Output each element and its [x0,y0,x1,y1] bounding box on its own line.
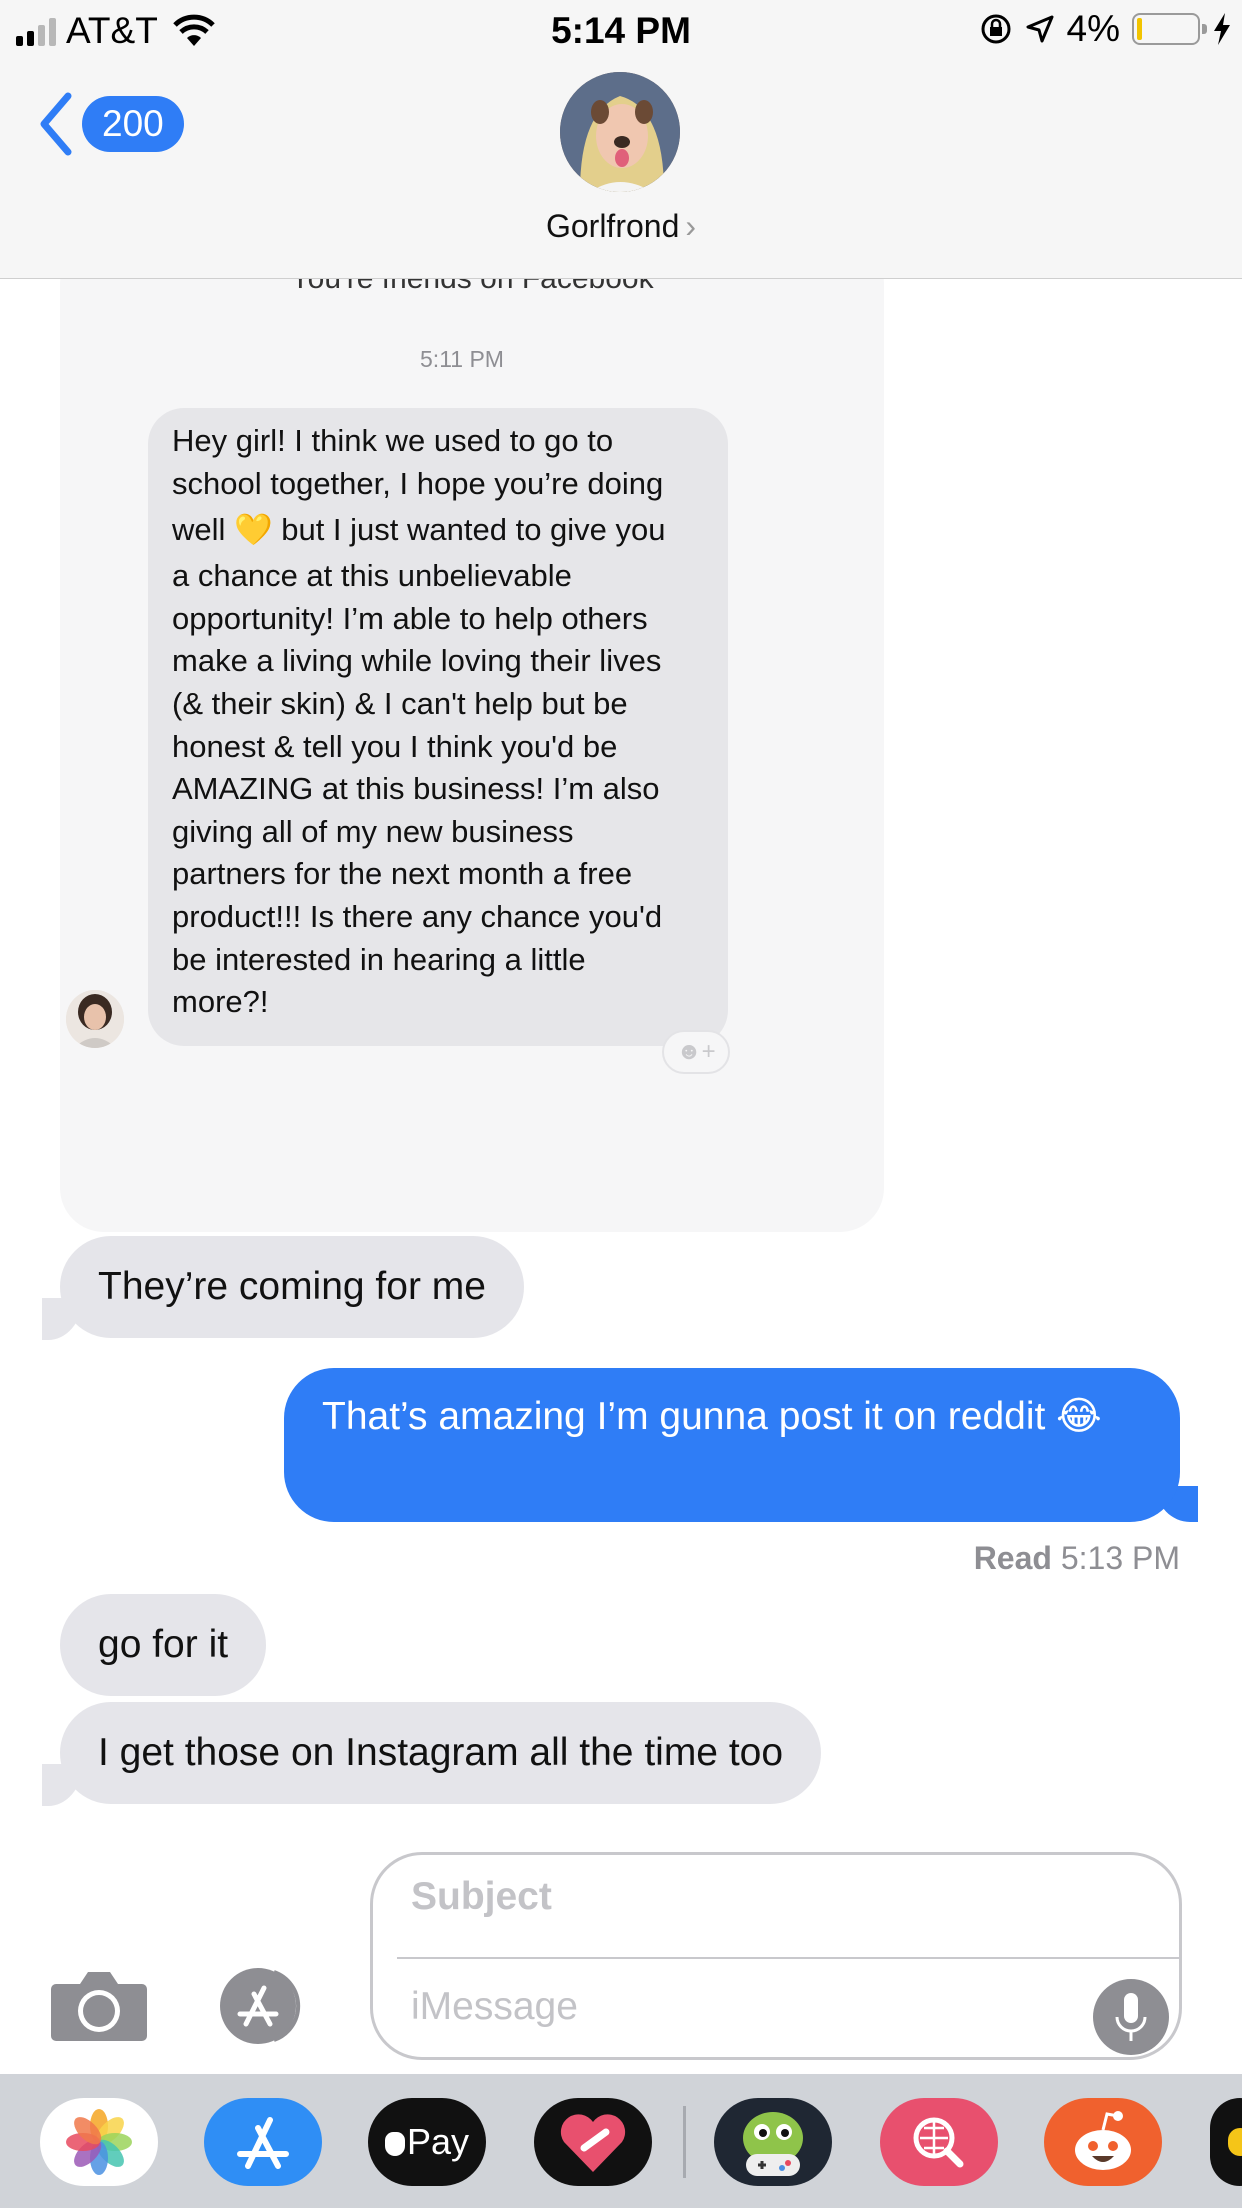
forwarded-line: be interested in hearing a little [172,941,586,977]
contact-name-label: Gorlfrond [545,208,680,244]
location-icon [1026,15,1054,43]
digital-touch-app-icon[interactable] [534,2098,652,2186]
apple-logo-icon [384,2132,405,2156]
forwarded-timestamp: 5:11 PM [420,346,504,372]
dictation-button[interactable] [1093,1979,1169,2055]
chevron-left-icon [40,92,72,156]
forwarded-line: AMAZING at this business! I’m also [172,771,660,807]
forwarded-line: a chance at this unbelievable [172,558,572,594]
compose-box[interactable]: Subject iMessage [370,1852,1182,2060]
chevron-right-icon: › [685,208,697,244]
status-bar: AT&T 5:14 PM 4% [0,0,1242,60]
app-store-app-icon[interactable] [204,2098,322,2186]
contact-name[interactable]: Gorlfrond › [0,208,1242,245]
sender-avatar [66,990,124,1048]
forwarded-message-bubble: Hey girl! I think we used to go to schoo… [148,408,728,1046]
read-label: Read [973,1540,1052,1576]
forwarded-line: more?! [172,984,269,1020]
compose-divider [397,1957,1179,1959]
back-button[interactable]: 200 [36,92,184,156]
outgoing-message[interactable]: That’s amazing I’m gunna post it on redd… [284,1368,1180,1522]
message-input[interactable]: iMessage [411,1985,578,2029]
camera-button[interactable] [50,1968,148,2042]
apple-pay-label: Pay [406,2121,470,2162]
forwarded-line: well 💛 but I just wanted to give you [172,512,666,548]
forwarded-line: honest & tell you I think you'd be [172,728,618,764]
photos-app-icon[interactable] [40,2098,158,2186]
app-store-icon [220,1968,301,2044]
app-store-button[interactable] [210,1966,320,2046]
incoming-message[interactable]: go for it [60,1594,267,1696]
charging-bolt-icon [1214,13,1230,45]
orientation-lock-icon [981,14,1011,44]
forwarded-line: make a living while loving their lives [172,643,662,679]
microphone-icon [1115,1993,1147,2041]
forwarded-line: (& their skin) & I can't help but be [172,685,628,721]
battery-percent: 4% [1066,8,1120,49]
forwarded-line: partners for the next month a free [172,856,633,892]
forwarded-line: giving all of my new business [172,813,574,849]
web-search-app-icon[interactable] [880,2098,998,2186]
reddit-app-icon[interactable] [1044,2098,1162,2186]
subject-field[interactable]: Subject [411,1875,552,1919]
apple-pay-app-icon[interactable]: Pay [368,2098,486,2186]
contact-avatar[interactable] [560,72,680,192]
unread-count-badge: 200 [82,96,184,152]
read-receipt: Read 5:13 PM [974,1540,1180,1577]
partial-app-icon[interactable] [1210,2098,1242,2186]
drawer-divider [683,2106,686,2178]
battery-icon [1132,13,1207,45]
incoming-message[interactable]: They’re coming for me [60,1236,524,1338]
app-drawer: Pay [0,2074,1242,2208]
forwarded-line: product!!! Is there any chance you'd [172,898,663,934]
read-time: 5:13 PM [1060,1540,1180,1576]
forwarded-line: opportunity! I’m able to help others [172,600,648,636]
incoming-message[interactable]: I get those on Instagram all the time to… [60,1702,822,1804]
forwarded-line: school together, I hope you’re doing [172,465,664,501]
camera-icon [51,1972,147,2041]
game-app-icon[interactable] [714,2098,832,2186]
add-reaction-icon[interactable]: ☻+ [662,1030,730,1074]
forwarded-line: Hey girl! I think we used to go to [172,423,614,458]
